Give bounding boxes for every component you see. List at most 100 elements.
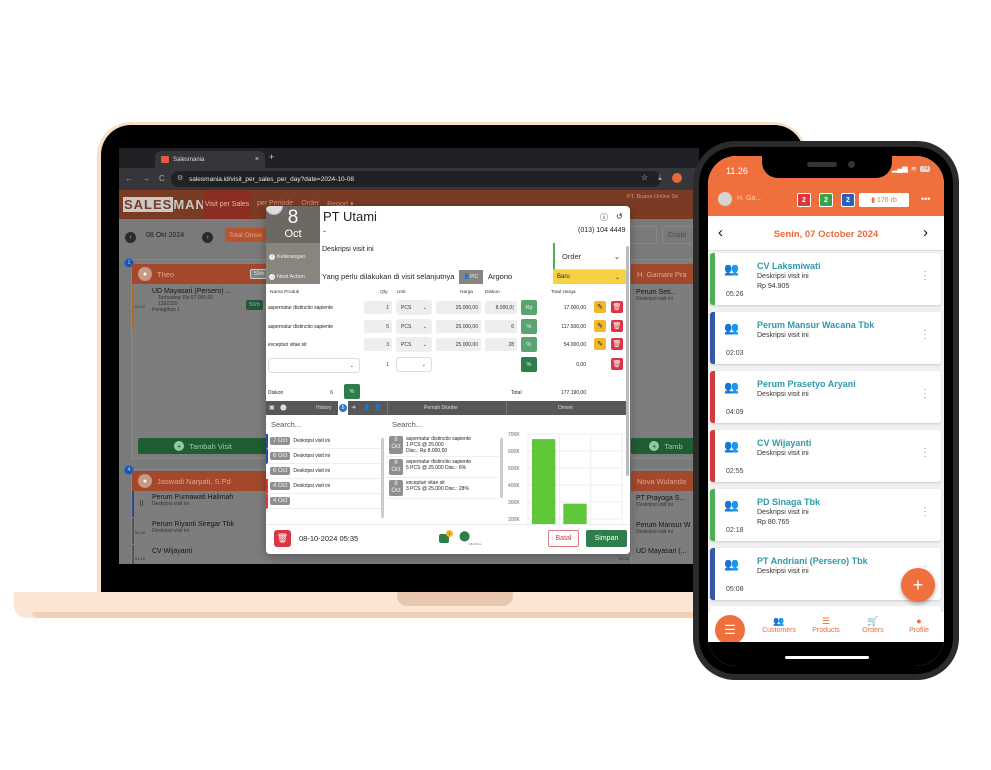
prev-date-button[interactable]: ‹ xyxy=(125,232,136,243)
back-icon[interactable]: ← xyxy=(125,174,133,183)
nav-visit-per-sales[interactable]: Visit per Sales xyxy=(203,190,251,219)
more-vertical-icon[interactable]: ··· xyxy=(922,326,928,343)
url-input[interactable]: ⚙ salesmania.id/visit_per_sales_per_day?… xyxy=(171,171,661,187)
visit-card[interactable]: 👥 02:03 Perum Mansur Wacana Tbk Deskrips… xyxy=(710,312,941,364)
visit-card[interactable]: Perum Seti... Deskripsi visit ini xyxy=(636,289,676,302)
discount-input[interactable] xyxy=(485,358,517,371)
history-item[interactable]: 7 Oct Deskripsi visit ini xyxy=(266,434,384,449)
omset-bar[interactable] xyxy=(532,439,556,524)
delete-row-button[interactable]: 🗑 xyxy=(611,320,623,332)
more-vertical-icon[interactable]: ··· xyxy=(922,385,928,402)
site-settings-icon[interactable]: ⚙ xyxy=(177,174,183,182)
user-icon[interactable]: 👤 xyxy=(363,404,370,411)
qty-input[interactable]: 5 xyxy=(364,320,392,333)
unit-select[interactable]: ⌄ xyxy=(396,357,432,372)
discount-input[interactable]: 8.000,0( xyxy=(485,301,517,314)
keterangan-input[interactable]: Deskripsi visit ini xyxy=(322,246,374,253)
history-icon[interactable]: ↺ xyxy=(616,212,623,223)
location-pin-icon[interactable]: ⬤ xyxy=(280,404,287,411)
visit-card[interactable]: UD Mayasari (... xyxy=(636,548,687,555)
visit-card[interactable]: Perum Mansur W Deskripsi visit ini xyxy=(636,522,690,535)
edit-row-button[interactable]: ✎ xyxy=(594,338,606,350)
download-icon[interactable]: ⤓ xyxy=(658,173,662,183)
price-input[interactable]: 25.000,00 xyxy=(436,320,481,333)
omset-bar[interactable] xyxy=(563,503,587,524)
close-tab-icon[interactable]: × xyxy=(255,156,259,163)
ordered-item[interactable]: 8 Oct aspernatur distinctio sapiente 5 PC… xyxy=(387,457,499,478)
pic-input[interactable]: Argono xyxy=(488,272,512,281)
nav-profile[interactable]: ● Profile xyxy=(894,616,944,634)
history-scrollbar[interactable] xyxy=(381,438,384,518)
nav-customers[interactable]: 👥 Customers xyxy=(754,616,804,634)
history-item[interactable]: 4 Oct xyxy=(266,494,384,509)
discount-input[interactable]: 28 xyxy=(485,338,517,351)
modal-scrollbar[interactable] xyxy=(626,246,629,476)
add-visit-fab[interactable]: + xyxy=(901,568,935,602)
count-badge-blue[interactable]: 2 xyxy=(841,193,855,207)
qty-input[interactable]: 3 xyxy=(364,338,392,351)
history-search-input[interactable]: Search... xyxy=(271,420,301,429)
unit-select[interactable]: PCS ⌄ xyxy=(396,319,432,334)
arrow-circle-icon[interactable]: ➜ xyxy=(351,404,356,411)
home-indicator[interactable] xyxy=(785,656,869,659)
more-menu-icon[interactable]: ••• xyxy=(921,194,930,204)
price-input[interactable] xyxy=(436,358,481,371)
browser-tab[interactable]: Salesmania × xyxy=(155,151,265,168)
visit-card[interactable]: 👥 02:55 CV Wijayanti Deskripsi visit ini… xyxy=(710,430,941,482)
delete-row-button[interactable]: 🗑 xyxy=(611,358,623,370)
visit-type-select[interactable]: Order ⌄ xyxy=(553,243,626,270)
new-tab-button[interactable]: + xyxy=(269,152,274,162)
save-button[interactable]: Simpan xyxy=(586,530,627,547)
count-badge-red[interactable]: 2 xyxy=(797,193,811,207)
more-vertical-icon[interactable]: ··· xyxy=(922,503,928,520)
image-icon[interactable]: ▣ xyxy=(269,404,275,411)
visit-card[interactable]: 👥 04:09 Perum Prasetyo Aryani Deskripsi … xyxy=(710,371,941,423)
nav-visits-icon[interactable]: ☰ xyxy=(715,615,745,645)
unit-select[interactable]: PCS ⌄ xyxy=(396,337,432,352)
ordered-item[interactable]: 8 Oct excepturi vitae sit 3 PCS @ 25.000 … xyxy=(387,478,499,499)
bookmark-star-icon[interactable]: ☆ xyxy=(641,173,648,183)
ordered-item[interactable]: 8 Oct aspernatur distinctio sapiente 1 PC… xyxy=(387,434,499,457)
visit-card[interactable]: PT Prayoga S... Deskripsi visit ini xyxy=(636,495,685,508)
drag-handle-icon[interactable]: ⠿ xyxy=(139,500,144,508)
unit-select[interactable]: PCS ⌄ xyxy=(396,300,432,315)
visit-card[interactable]: 👥 05:26 CV Laksmiwati Deskripsi visit in… xyxy=(710,253,941,305)
qty-input[interactable]: 1 xyxy=(364,358,392,371)
omset-badge[interactable]: ▮ 176 rb xyxy=(859,193,909,207)
tab-pernah-diorder[interactable]: Pernah Diorder xyxy=(424,405,458,411)
nav-orders[interactable]: 🛒 Orders xyxy=(848,616,898,634)
discount-input[interactable]: 6 xyxy=(291,386,336,399)
discount-type-button[interactable]: % xyxy=(521,357,537,372)
delete-visit-button[interactable]: 🗑 xyxy=(274,530,291,547)
edit-row-button[interactable]: ✎ xyxy=(594,320,606,332)
next-date-button[interactable]: › xyxy=(202,232,213,243)
discount-type-button[interactable]: % xyxy=(521,337,537,352)
info-icon[interactable]: ⓘ xyxy=(600,212,608,223)
status-select[interactable]: Baru ⌄ xyxy=(553,270,626,284)
more-vertical-icon[interactable]: ··· xyxy=(922,444,928,461)
add-visit-button[interactable]: + Tambah Visit xyxy=(138,438,268,454)
visit-card[interactable]: Perum Purnawati Halimah Deskripsi visit … xyxy=(132,491,272,517)
discount-input[interactable]: 6 xyxy=(485,320,517,333)
delete-row-button[interactable]: 🗑 xyxy=(611,301,623,313)
price-input[interactable]: 25.000,00 xyxy=(436,338,481,351)
edit-row-button[interactable]: ✎ xyxy=(594,301,606,313)
history-item[interactable]: 6 Oct Deskripsi visit ini xyxy=(266,449,384,464)
count-badge-green[interactable]: 2 xyxy=(819,193,833,207)
forward-icon[interactable]: → xyxy=(142,174,150,183)
qty-input[interactable]: 1 xyxy=(364,301,392,314)
visit-card[interactable]: Perum Riyanti Siregar Tbk Deskripsi visi… xyxy=(132,518,272,544)
product-select[interactable]: ⌄ xyxy=(268,358,360,373)
ordered-search-input[interactable]: Search... xyxy=(392,420,422,429)
user-avatar[interactable] xyxy=(718,192,732,206)
history-item[interactable]: 4 Oct Deskripsi visit ini xyxy=(266,479,384,494)
ordered-scrollbar[interactable] xyxy=(500,438,503,498)
visit-card[interactable]: CV Wijayanti xyxy=(132,545,272,564)
user-tie-icon[interactable]: 👤 xyxy=(374,404,381,411)
add-visit-button[interactable]: + Tamb xyxy=(631,438,699,454)
visit-card[interactable]: 👥 02:18 PD Sinaga Tbk Deskripsi visit in… xyxy=(710,489,941,541)
total-omset-button[interactable]: Total Omse xyxy=(225,228,271,242)
tab-omset[interactable]: Omset xyxy=(558,405,573,411)
location-pin-icon[interactable]: ⬤ xyxy=(459,531,470,542)
tab-history[interactable]: History xyxy=(316,405,332,411)
